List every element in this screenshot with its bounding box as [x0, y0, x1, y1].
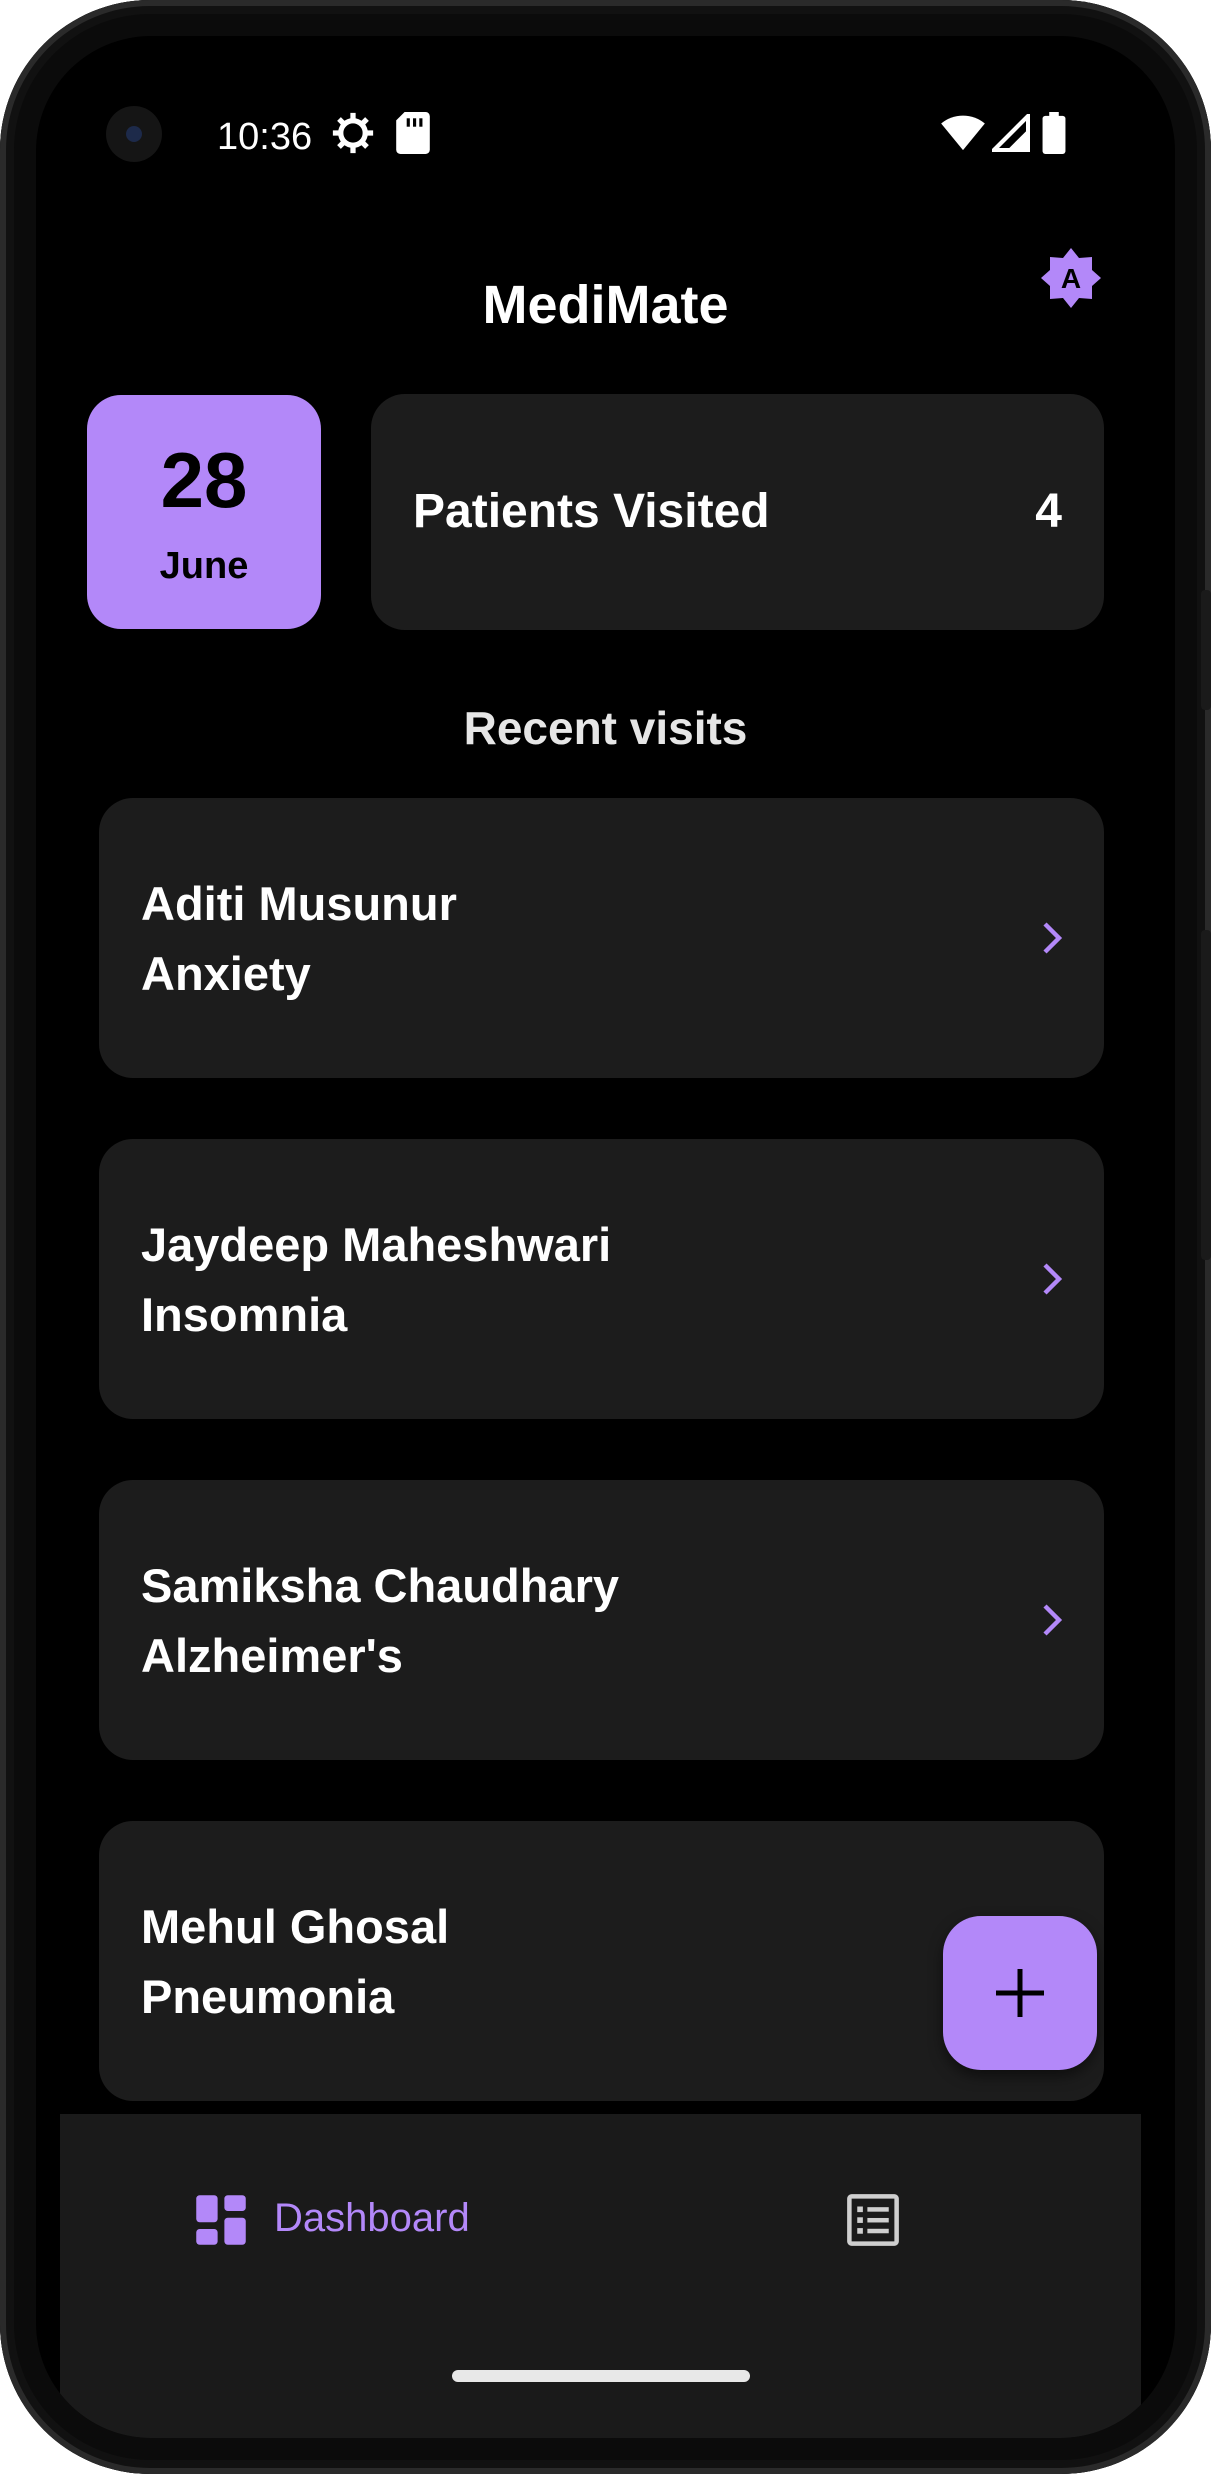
- visit-card[interactable]: Samiksha Chaudhary Alzheimer's: [99, 1480, 1104, 1760]
- nav-dashboard-label[interactable]: Dashboard: [274, 2196, 470, 2241]
- plus-icon: [992, 1965, 1048, 2026]
- list-icon: [846, 2194, 900, 2251]
- dashboard-icon: [194, 2195, 248, 2251]
- add-visit-button[interactable]: [943, 1916, 1097, 2070]
- patients-visited-label: Patients Visited: [413, 485, 770, 538]
- power-button: [1201, 930, 1211, 1260]
- avatar-badge-icon[interactable]: A: [1039, 246, 1103, 310]
- signal-icon: [988, 110, 1031, 157]
- chevron-right-icon: [1031, 1600, 1071, 1640]
- app-title: MediMate: [482, 275, 729, 335]
- chevron-right-icon: [1031, 1259, 1071, 1299]
- chevron-right-icon: [1031, 918, 1071, 958]
- home-indicator[interactable]: [452, 2370, 750, 2382]
- status-time: 10:36: [217, 116, 313, 158]
- patient-name: Jaydeep Maheshwari: [141, 1218, 612, 1271]
- patient-name: Samiksha Chaudhary: [141, 1559, 620, 1612]
- patient-name: Aditi Musunur: [141, 877, 457, 930]
- date-month: June: [159, 545, 249, 587]
- bottom-navigation: [60, 2114, 1141, 2438]
- nav-list[interactable]: [846, 2193, 900, 2252]
- wifi-icon: [940, 114, 986, 157]
- date-card: 28 June: [87, 395, 321, 629]
- volume-button: [1201, 590, 1211, 710]
- phone-frame: 10:36 MediMate A 28 June Patients Visite…: [0, 0, 1211, 2474]
- settings-icon: [332, 112, 374, 159]
- screen: 10:36 MediMate A 28 June Patients Visite…: [36, 36, 1175, 2438]
- recent-visits-title: Recent visits: [463, 702, 748, 754]
- nav-dashboard[interactable]: [194, 2193, 248, 2252]
- visit-card[interactable]: Jaydeep Maheshwari Insomnia: [99, 1139, 1104, 1419]
- front-camera: [106, 106, 162, 162]
- patient-condition: Alzheimer's: [141, 1629, 403, 1682]
- patient-name: Mehul Ghosal: [141, 1900, 450, 1953]
- patient-condition: Anxiety: [141, 947, 311, 1000]
- patient-condition: Pneumonia: [141, 1970, 395, 2023]
- sd-card-icon: [396, 112, 430, 159]
- visit-card[interactable]: Aditi Musunur Anxiety: [99, 798, 1104, 1078]
- patient-condition: Insomnia: [141, 1288, 348, 1341]
- date-day: 28: [160, 436, 248, 524]
- patients-visited-count: 4: [1035, 485, 1062, 538]
- battery-icon: [1042, 112, 1066, 159]
- patients-visited-card: Patients Visited 4: [371, 394, 1104, 630]
- avatar-letter: A: [1061, 263, 1081, 294]
